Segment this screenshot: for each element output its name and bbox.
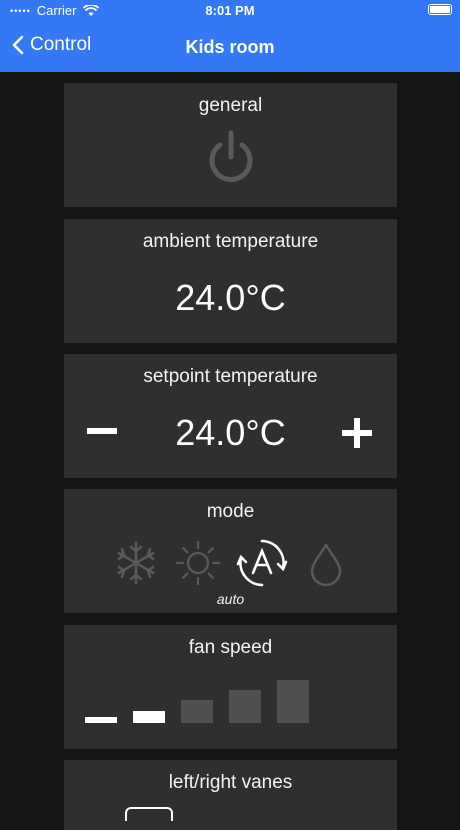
vanes-panel: left/right vanes (64, 760, 397, 830)
status-bar: ••••• Carrier 8:01 PM (0, 0, 460, 22)
navigation-bar: Control Kids room (0, 26, 460, 68)
ambient-title: ambient temperature (142, 231, 319, 252)
fan-level-4[interactable] (229, 690, 261, 723)
mode-panel: mode auto (64, 489, 397, 613)
drop-icon[interactable] (306, 539, 346, 587)
increase-button[interactable] (340, 416, 374, 450)
setpoint-temperature-panel: setpoint temperature 24.0°C (64, 354, 397, 478)
power-button[interactable] (204, 129, 258, 187)
fan-level-5[interactable] (277, 680, 309, 723)
ambient-temperature-panel: ambient temperature 24.0°C (64, 219, 397, 343)
mode-selected-label: auto (216, 591, 245, 607)
top-bar: ••••• Carrier 8:01 PM Control Kids room (0, 0, 460, 72)
auto-mode-icon[interactable] (236, 537, 288, 589)
battery-icon (428, 4, 452, 15)
fan-level-1[interactable] (85, 717, 117, 723)
fan-speed-title: fan speed (188, 637, 273, 658)
snowflake-icon[interactable] (112, 539, 160, 587)
setpoint-title: setpoint temperature (143, 366, 318, 387)
sun-icon[interactable] (174, 539, 222, 587)
general-panel: general (64, 83, 397, 207)
clock: 8:01 PM (205, 3, 255, 18)
page-title: Kids room (185, 37, 275, 57)
vane-position-button[interactable] (125, 807, 173, 821)
fan-speed-panel: fan speed (64, 625, 397, 749)
fan-level-3[interactable] (181, 700, 213, 723)
fan-level-2[interactable] (133, 711, 165, 723)
vanes-title: left/right vanes (168, 772, 293, 793)
mode-title: mode (206, 501, 255, 522)
ambient-value: 24.0°C (175, 277, 286, 318)
general-title: general (198, 95, 263, 116)
